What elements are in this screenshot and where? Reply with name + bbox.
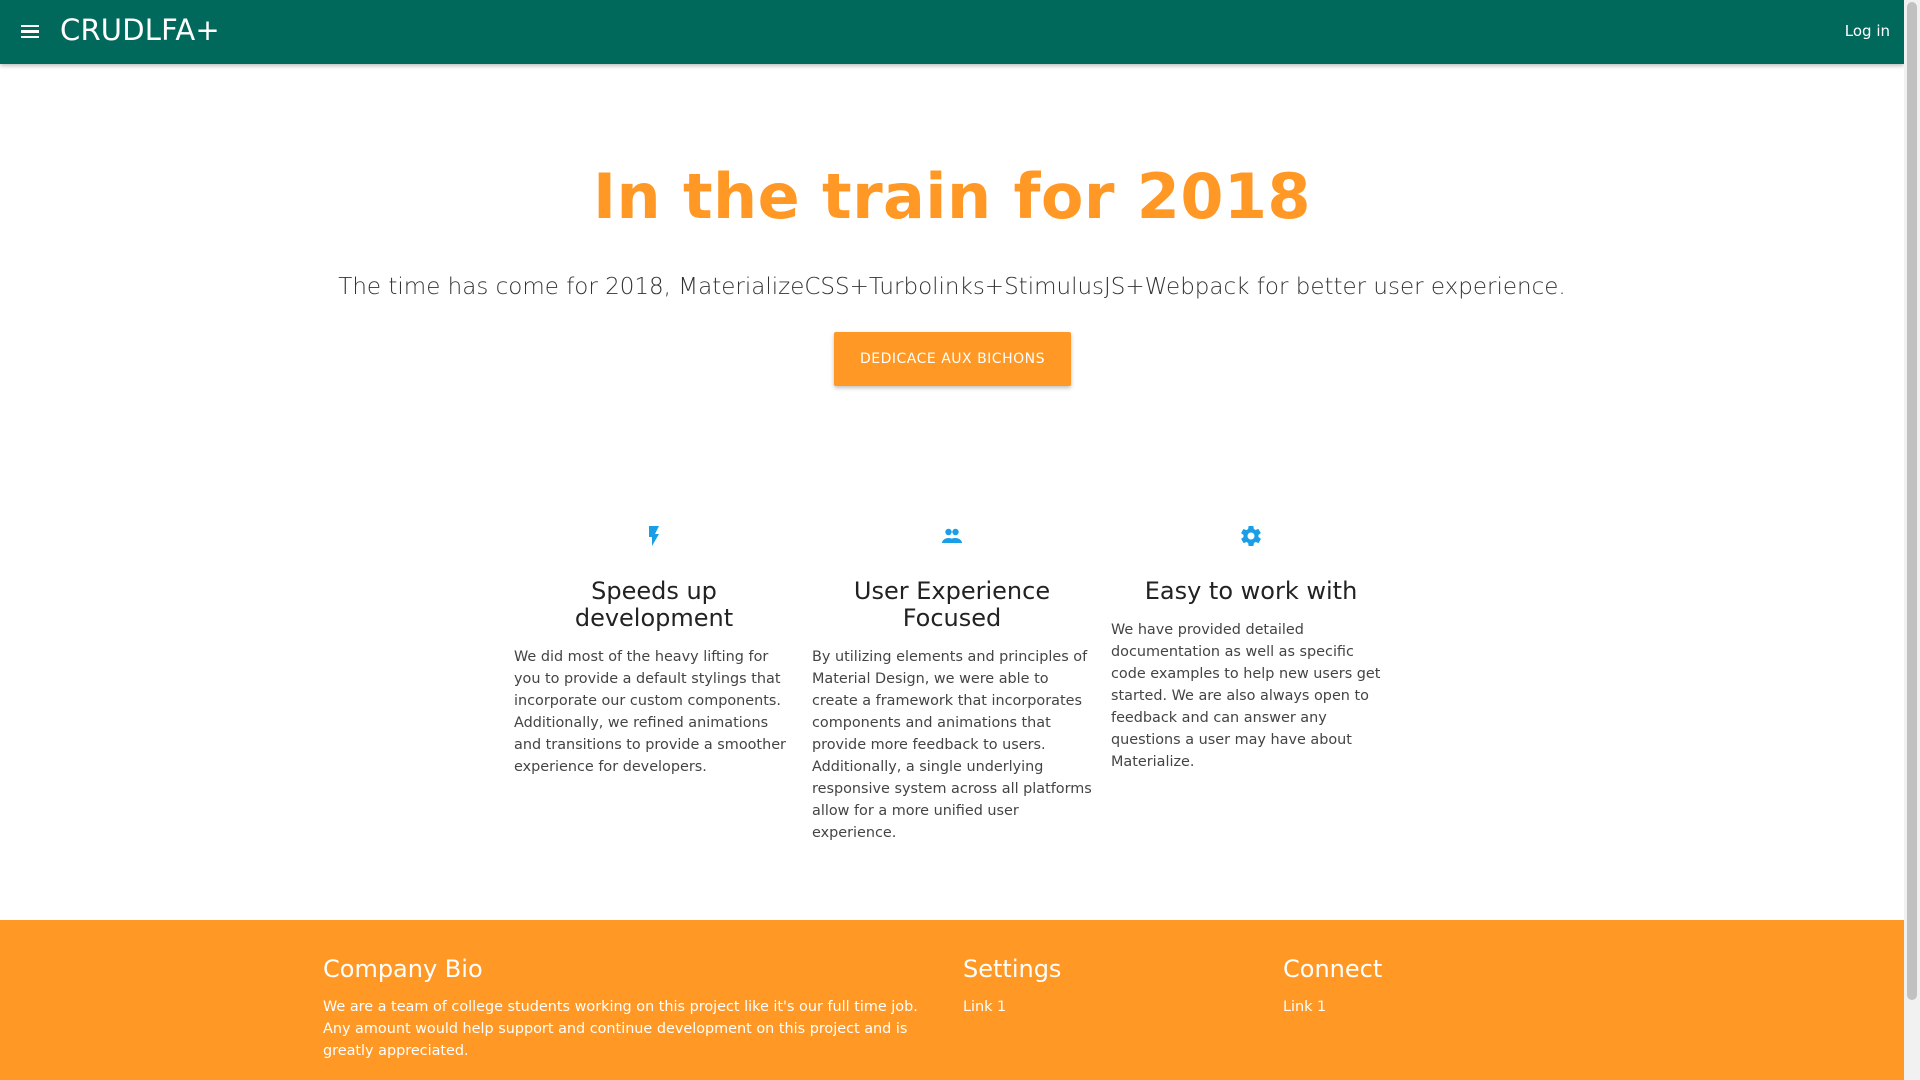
feature-title: User Experience Focused	[853, 577, 1051, 632]
feature-title: Easy to work with	[1144, 577, 1358, 605]
footer-connect: Connect Link 1	[1283, 954, 1563, 1018]
login-link[interactable]: Log in	[1845, 22, 1890, 40]
feature-title: Speeds up development	[574, 577, 734, 632]
dedicace-button[interactable]: DEDICACE AUX BICHONS	[834, 332, 1071, 386]
footer-bio-text: We are a team of college students workin…	[323, 999, 918, 1059]
feature-ux-focused: User Experience Focused By utilizing ele…	[812, 524, 1092, 844]
settings-icon	[1241, 526, 1261, 547]
footer-connect-link[interactable]: Link 1	[1283, 996, 1563, 1018]
feature-text: We did most of the heavy lifting for you…	[514, 649, 786, 775]
footer-bio-title: Company Bio	[323, 955, 483, 983]
feature-easy-to-work: Easy to work with We have provided detai…	[1111, 524, 1391, 773]
feature-text: We have provided detailed documentation …	[1111, 622, 1381, 770]
footer-settings-link[interactable]: Link 1	[963, 996, 1243, 1018]
flash-icon	[649, 526, 659, 546]
footer-connect-title: Connect	[1283, 955, 1383, 983]
browser-viewport: CRUDLFA+ Log in In the train for 2018 Th…	[0, 0, 1920, 1080]
page-footer: Company Bio We are a team of college stu…	[0, 920, 1904, 1080]
page: CRUDLFA+ Log in In the train for 2018 Th…	[0, 0, 1904, 1080]
footer-settings: Settings Link 1	[963, 954, 1243, 1018]
group-icon	[942, 528, 962, 543]
feature-text: By utilizing elements and principles of …	[812, 649, 1092, 841]
feature-speeds-up: Speeds up development We did most of the…	[514, 524, 794, 778]
menu-icon[interactable]	[18, 20, 42, 44]
footer-settings-title: Settings	[963, 955, 1062, 983]
footer-company-bio: Company Bio We are a team of college stu…	[323, 954, 923, 1062]
brand-logo[interactable]: CRUDLFA+	[60, 13, 220, 47]
vertical-scrollbar[interactable]	[1904, 0, 1920, 1080]
hero-subtitle: The time has come for 2018, MaterializeC…	[338, 274, 1566, 300]
hero-title: In the train for 2018	[593, 160, 1311, 233]
top-navbar: CRUDLFA+ Log in	[0, 0, 1904, 64]
scrollbar-thumb[interactable]	[1907, 2, 1917, 1000]
